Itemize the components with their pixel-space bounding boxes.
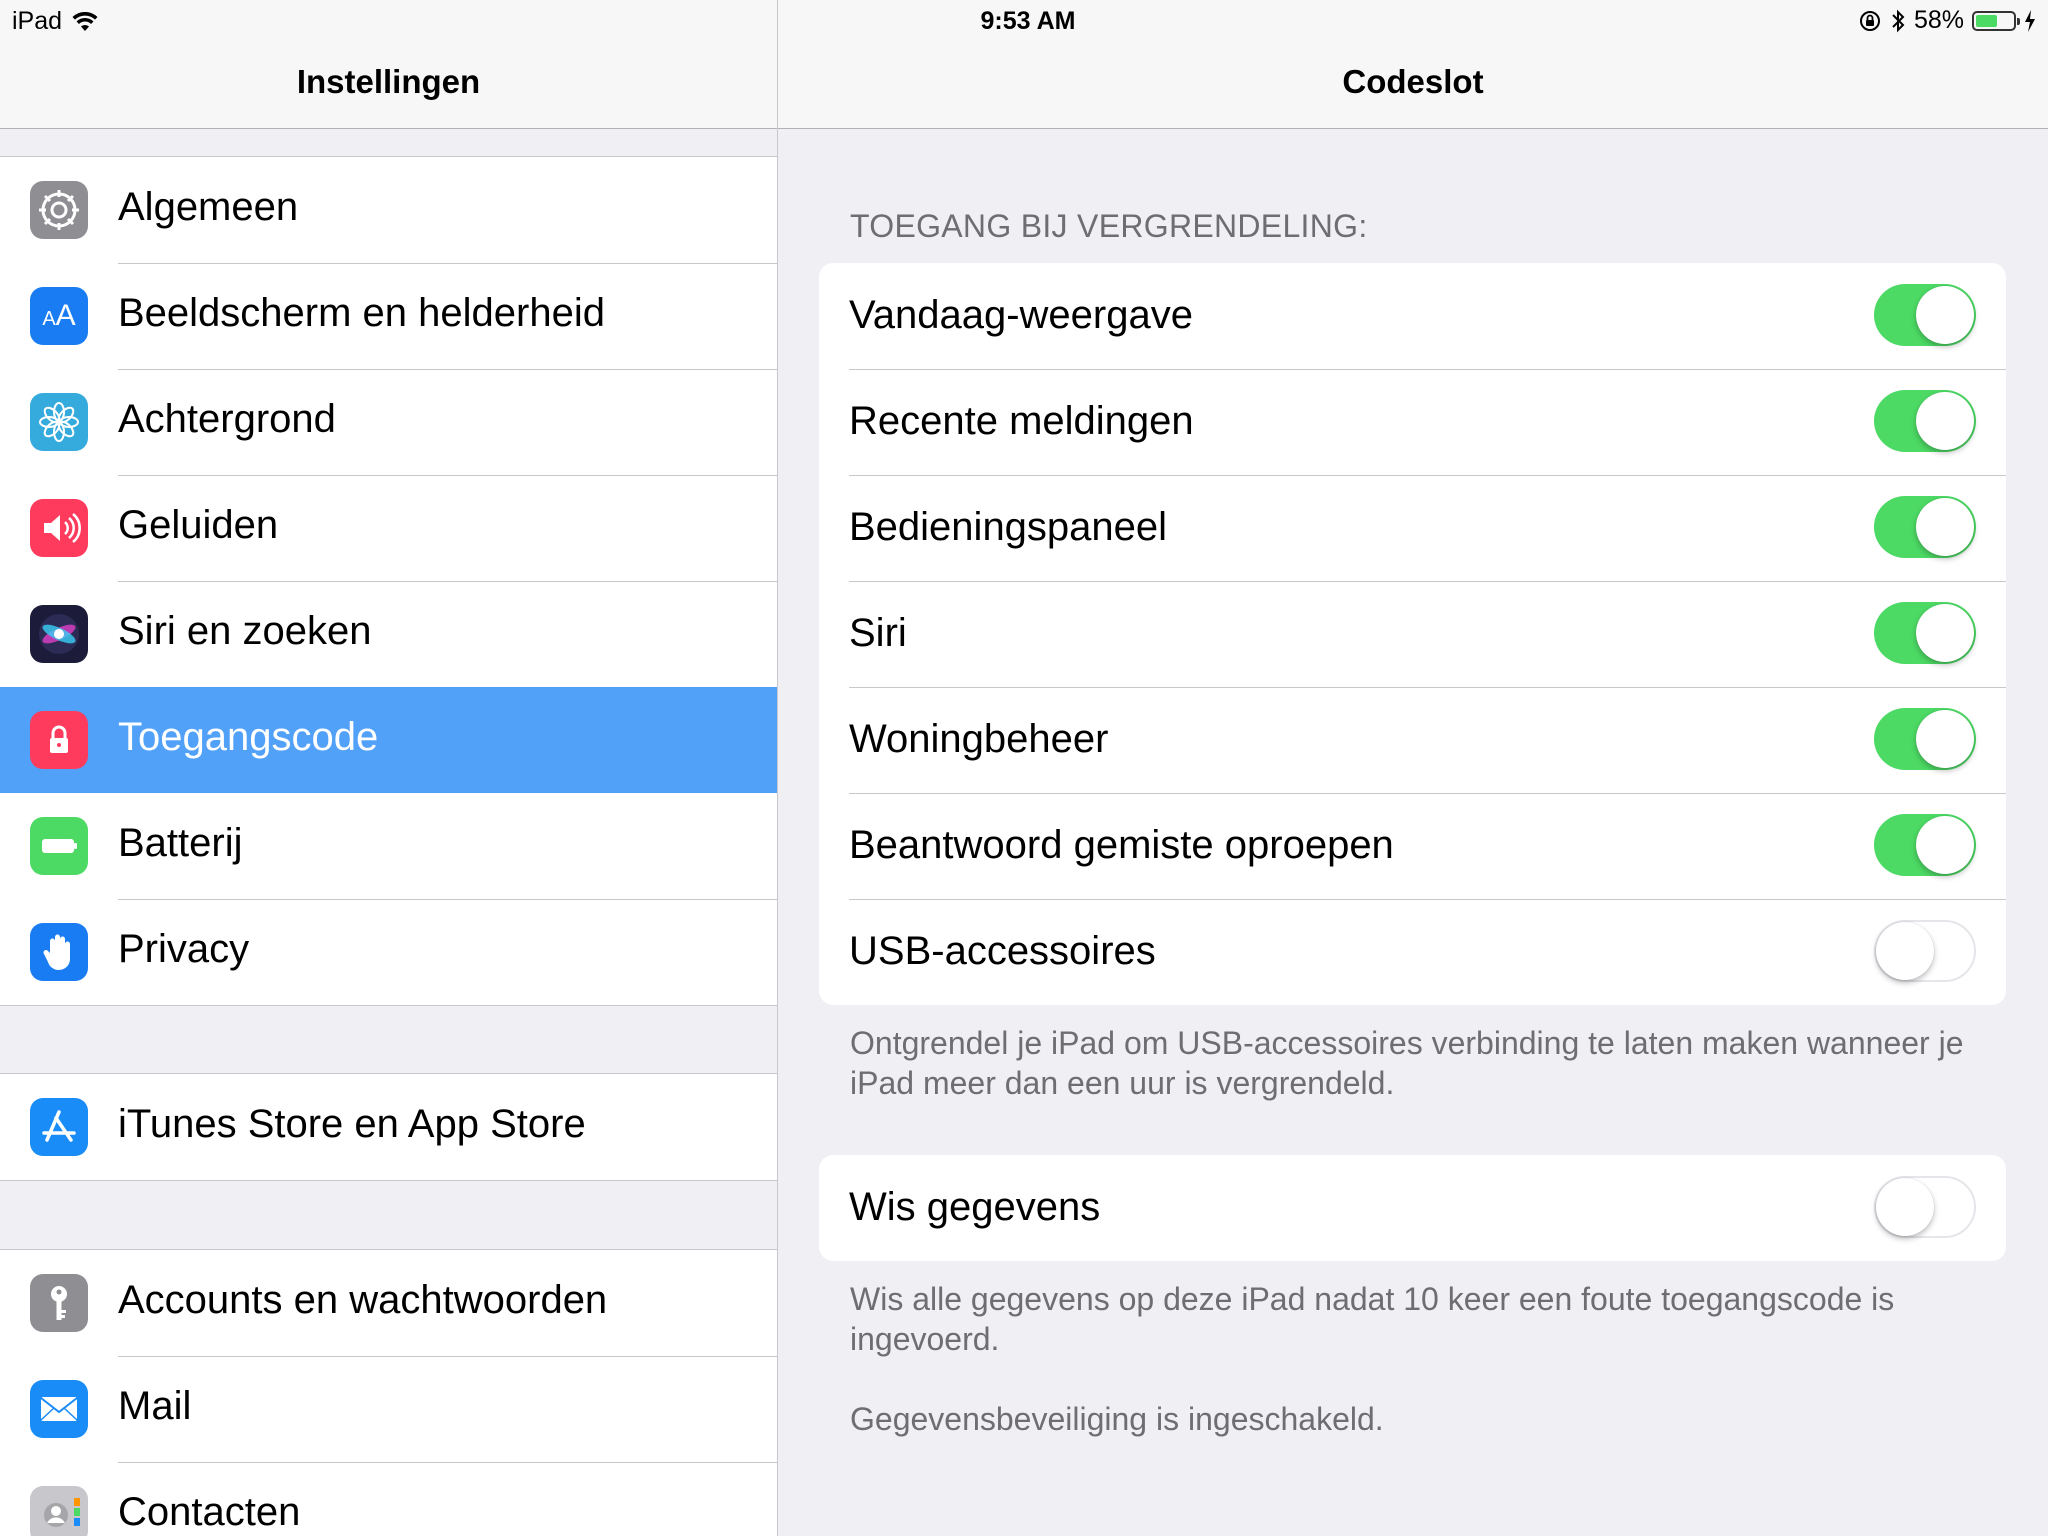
toggle-vandaag-weergave[interactable] — [1874, 284, 1976, 346]
passcode-detail: Codeslot TOEGANG BIJ VERGRENDELING: Vand… — [778, 0, 2048, 1536]
erase-data-card: Wis gegevens — [819, 1155, 2006, 1261]
toggle-knob — [1916, 286, 1974, 344]
text-size-icon: AA — [30, 287, 88, 345]
sidebar-item-label: Siri en zoeken — [118, 609, 372, 653]
settings-sidebar: Instellingen Algemeen AA Beeldscherm en … — [0, 0, 778, 1536]
status-time: 9:53 AM — [980, 7, 1076, 35]
bluetooth-icon — [1892, 9, 1905, 32]
toggle-knob — [1916, 604, 1974, 662]
toggle-bedieningspaneel[interactable] — [1874, 496, 1976, 558]
toggle-knob — [1876, 922, 1934, 980]
sidebar-title: Instellingen — [296, 63, 481, 100]
contacts-icon — [30, 1486, 88, 1536]
battery-percent: 58% — [1913, 6, 1964, 34]
setting-row-bedieningspaneel: Bedieningspaneel — [819, 475, 2006, 581]
toggle-recente-meldingen[interactable] — [1874, 390, 1976, 452]
setting-row-siri: Siri — [819, 581, 2006, 687]
sidebar-item-siri[interactable]: Siri en zoeken — [0, 581, 777, 687]
key-icon — [30, 1274, 88, 1332]
battery-icon — [1972, 10, 2020, 31]
sidebar-item-label: iTunes Store en App Store — [118, 1102, 586, 1146]
toggle-knob — [1916, 816, 1974, 874]
sidebar-item-geluiden[interactable]: Geluiden — [0, 475, 777, 581]
battery-icon — [30, 817, 88, 875]
setting-label: Beantwoord gemiste oproepen — [849, 823, 1394, 867]
lock-icon — [30, 711, 88, 769]
sidebar-item-achtergrond[interactable]: Achtergrond — [0, 369, 777, 475]
sidebar-item-label: Mail — [118, 1384, 192, 1428]
sidebar-item-accounts[interactable]: Accounts en wachtwoorden — [0, 1250, 777, 1356]
sidebar-item-label: Toegangscode — [118, 715, 379, 759]
setting-label: Woningbeheer — [849, 717, 1109, 761]
settings-group-1: Algemeen AA Beeldscherm en helderheid Ac… — [0, 156, 777, 1006]
settings-group-3: Accounts en wachtwoorden Mail Contacten — [0, 1249, 777, 1536]
toggle-knob — [1916, 498, 1974, 556]
sidebar-item-label: Batterij — [118, 821, 243, 865]
setting-label: Bedieningspaneel — [849, 505, 1168, 549]
app-store-icon — [30, 1098, 88, 1156]
sidebar-item-contacten[interactable]: Contacten — [0, 1462, 777, 1536]
sidebar-item-label: Contacten — [118, 1490, 301, 1534]
setting-row-vandaag-weergave: Vandaag-weergave — [819, 263, 2006, 369]
sidebar-item-algemeen[interactable]: Algemeen — [0, 157, 777, 263]
speaker-icon — [30, 499, 88, 557]
settings-group-2: iTunes Store en App Store — [0, 1073, 777, 1181]
flower-icon — [30, 393, 88, 451]
hand-icon — [30, 923, 88, 981]
status-right: 58% — [1858, 6, 2036, 35]
toggle-knob — [1916, 710, 1974, 768]
siri-icon — [30, 605, 88, 663]
envelope-icon — [30, 1380, 88, 1438]
sidebar-item-label: Beeldscherm en helderheid — [118, 291, 605, 335]
setting-label: Wis gegevens — [849, 1185, 1101, 1229]
toggle-knob — [1916, 392, 1974, 450]
sidebar-item-privacy[interactable]: Privacy — [0, 899, 777, 1005]
sidebar-item-label: Accounts en wachtwoorden — [118, 1278, 608, 1322]
section-header-lock-access: TOEGANG BIJ VERGRENDELING: — [850, 208, 1368, 244]
usb-footer-text: Ontgrendel je iPad om USB-accessoires ve… — [850, 1025, 1964, 1101]
sidebar-item-label: Achtergrond — [118, 397, 336, 441]
charging-icon — [2025, 9, 2035, 32]
setting-row-gemiste-oproepen: Beantwoord gemiste oproepen — [819, 793, 2006, 899]
data-protection-text: Gegevensbeveiliging is ingeschakeld. — [850, 1401, 1384, 1437]
erase-footer-text: Wis alle gegevens op deze iPad nadat 10 … — [850, 1281, 1895, 1357]
setting-row-wis-gegevens: Wis gegevens — [819, 1155, 2006, 1261]
setting-label: USB-accessoires — [849, 929, 1156, 973]
sidebar-item-beeldscherm[interactable]: AA Beeldscherm en helderheid — [0, 263, 777, 369]
setting-row-recente-meldingen: Recente meldingen — [819, 369, 2006, 475]
setting-label: Recente meldingen — [849, 399, 1194, 443]
sidebar-item-label: Algemeen — [118, 185, 299, 229]
sidebar-item-app-store[interactable]: iTunes Store en App Store — [0, 1074, 777, 1180]
setting-row-usb-accessoires: USB-accessoires — [819, 899, 2006, 1005]
sidebar-item-mail[interactable]: Mail — [0, 1356, 777, 1462]
setting-row-woningbeheer: Woningbeheer — [819, 687, 2006, 793]
lock-access-card: Vandaag-weergave Recente meldingen Bedie… — [819, 263, 2006, 1005]
orientation-lock-icon — [1859, 10, 1880, 31]
detail-title: Codeslot — [1342, 63, 1484, 100]
toggle-wis-gegevens[interactable] — [1874, 1176, 1976, 1238]
sidebar-item-toegangscode[interactable]: Toegangscode — [0, 687, 777, 793]
toggle-siri[interactable] — [1874, 602, 1976, 664]
toggle-woningbeheer[interactable] — [1874, 708, 1976, 770]
setting-label: Vandaag-weergave — [849, 293, 1193, 337]
sidebar-item-label: Geluiden — [118, 503, 279, 547]
toggle-knob — [1876, 1178, 1934, 1236]
status-bar: iPad 9:53 AM 58% — [0, 0, 2048, 42]
sidebar-item-label: Privacy — [118, 927, 250, 971]
toggle-gemiste-oproepen[interactable] — [1874, 814, 1976, 876]
toggle-usb-accessoires[interactable] — [1874, 920, 1976, 982]
battery-fill — [1976, 14, 1997, 27]
setting-label: Siri — [849, 611, 907, 655]
sidebar-item-batterij[interactable]: Batterij — [0, 793, 777, 899]
gear-icon — [30, 181, 88, 239]
